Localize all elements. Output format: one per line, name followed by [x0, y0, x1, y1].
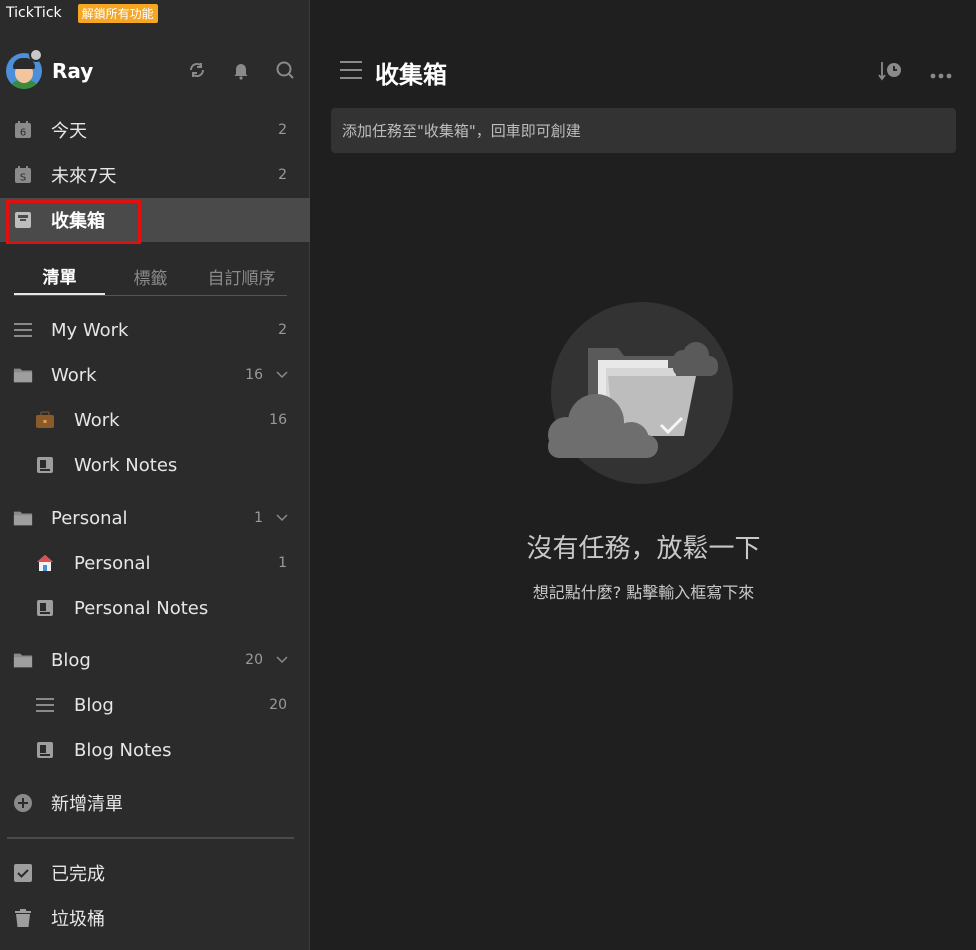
sidebar-item-label: My Work [51, 319, 129, 341]
sidebar-item-label: 垃圾桶 [51, 909, 105, 930]
upgrade-badge[interactable]: 解鎖所有功能 [77, 3, 158, 23]
calendar-s-icon: S [13, 165, 33, 185]
main-header: 收集箱 [339, 52, 447, 92]
sidebar-item-label: 今天 [51, 121, 87, 142]
sidebar: TickTick 解鎖所有功能 Ray 6 今天 2 S 未來7天 2 收集箱 … [0, 0, 310, 950]
sidebar-item-personal[interactable]: Personal 1 [0, 541, 310, 585]
item-count: 16 [245, 367, 263, 383]
sidebar-item-label: Work Notes [74, 454, 178, 476]
folder-icon [13, 508, 33, 528]
sidebar-item-label: Blog [74, 694, 114, 716]
sidebar-folder-work[interactable]: Work 16 [0, 353, 310, 397]
chevron-down-icon[interactable] [276, 654, 288, 666]
folder-icon [13, 365, 33, 385]
notes-icon [35, 598, 55, 618]
tab-tags[interactable]: 標籤 [105, 258, 196, 295]
sidebar-item-label: Personal [51, 507, 128, 529]
empty-state-title: 沒有任務，放鬆一下 [526, 534, 761, 564]
chevron-down-icon[interactable] [276, 512, 288, 524]
trash-icon [13, 908, 33, 928]
notes-icon [35, 740, 55, 760]
sidebar-folder-blog[interactable]: Blog 20 [0, 638, 310, 682]
sidebar-item-completed[interactable]: 已完成 [0, 851, 310, 895]
sidebar-item-work-notes[interactable]: Work Notes [0, 443, 310, 487]
item-count: 16 [269, 412, 287, 428]
item-count: 20 [245, 652, 263, 668]
bell-icon[interactable] [231, 60, 251, 80]
sidebar-item-label: 新增清單 [51, 794, 123, 815]
search-icon[interactable] [275, 60, 295, 80]
svg-text:S: S [20, 173, 26, 184]
empty-inbox-illustration [536, 300, 736, 490]
sidebar-item-label: Personal Notes [74, 597, 209, 619]
sidebar-item-personal-notes[interactable]: Personal Notes [0, 586, 310, 630]
title-bar: TickTick 解鎖所有功能 [6, 3, 158, 23]
item-count: 2 [278, 167, 287, 183]
sort-by-time-icon[interactable] [878, 60, 904, 86]
folder-icon [13, 650, 33, 670]
sidebar-item-label: Personal [74, 552, 151, 574]
username: Ray [52, 59, 94, 83]
add-list-button[interactable]: 新增清單 [0, 781, 310, 825]
main-panel: 收集箱 添加任務至"收集箱"，回車即可創建 沒有任務，放鬆一下 想記點什麼? 點… [311, 0, 976, 950]
sidebar-item-label: Blog Notes [74, 739, 172, 761]
sidebar-item-blog-notes[interactable]: Blog Notes [0, 728, 310, 772]
sidebar-item-next-7-days[interactable]: S 未來7天 2 [0, 153, 310, 197]
item-count: 2 [278, 322, 287, 338]
svg-text:6: 6 [20, 128, 26, 139]
list-icon [35, 695, 55, 715]
notes-icon [35, 455, 55, 475]
item-count: 1 [254, 510, 263, 526]
page-title: 收集箱 [375, 60, 447, 89]
sidebar-item-work[interactable]: Work 16 [0, 398, 310, 442]
sidebar-folder-personal[interactable]: Personal 1 [0, 496, 310, 540]
avatar-status-dot [29, 48, 43, 62]
highlight-annotation [6, 200, 141, 244]
sidebar-item-today[interactable]: 6 今天 2 [0, 108, 310, 152]
sidebar-item-my-work[interactable]: My Work 2 [0, 308, 310, 352]
sidebar-item-trash[interactable]: 垃圾桶 [0, 896, 310, 940]
calendar-6-icon: 6 [13, 120, 33, 140]
tab-custom-order[interactable]: 自訂順序 [196, 258, 287, 295]
list-icon [13, 320, 33, 340]
sidebar-item-label: 未來7天 [51, 166, 117, 187]
list-tabs: 清單 標籤 自訂順序 [14, 258, 287, 296]
main-toolbar [878, 60, 952, 86]
sidebar-divider [7, 837, 294, 839]
item-count: 2 [278, 122, 287, 138]
sidebar-toolbar [187, 60, 295, 80]
item-count: 1 [278, 555, 287, 571]
sidebar-item-label: Work [51, 364, 97, 386]
sidebar-item-blog[interactable]: Blog 20 [0, 683, 310, 727]
sync-icon[interactable] [187, 60, 207, 80]
add-task-input[interactable]: 添加任務至"收集箱"，回車即可創建 [331, 108, 956, 153]
checkbox-icon [13, 863, 33, 883]
sidebar-item-label: 已完成 [51, 864, 105, 885]
tab-lists[interactable]: 清單 [14, 258, 105, 295]
empty-state-subtitle: 想記點什麼? 點擊輸入框寫下來 [532, 583, 755, 602]
sidebar-item-label: Work [74, 409, 120, 431]
briefcase-icon [35, 410, 55, 430]
menu-icon[interactable] [339, 59, 363, 85]
more-options-icon[interactable] [930, 64, 952, 83]
plus-circle-icon [13, 793, 33, 813]
item-count: 20 [269, 697, 287, 713]
sidebar-item-label: Blog [51, 649, 91, 671]
chevron-down-icon[interactable] [276, 369, 288, 381]
app-name: TickTick [6, 5, 62, 21]
house-icon [35, 553, 55, 573]
